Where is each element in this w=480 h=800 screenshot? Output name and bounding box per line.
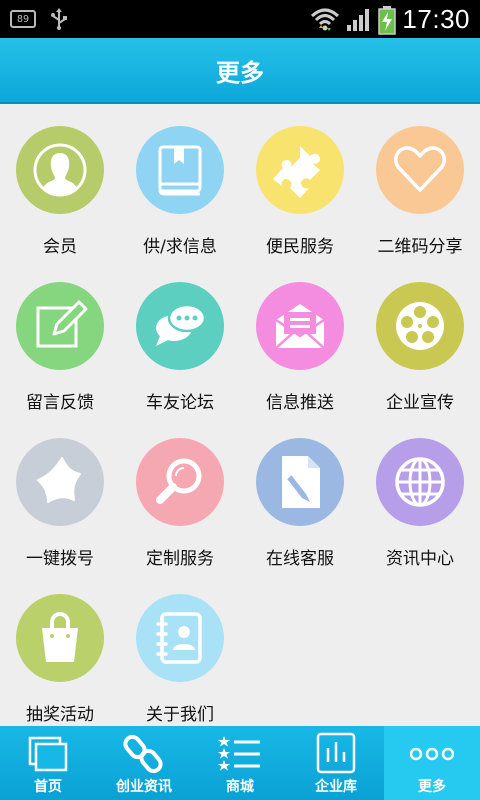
grid-item-push[interactable]: 信息推送 <box>240 260 360 416</box>
grid-item-supply-demand[interactable]: 供/求信息 <box>120 104 240 260</box>
grid-item-label: 供/求信息 <box>143 237 217 257</box>
grid-item-label: 资讯中心 <box>386 549 454 569</box>
heart-icon <box>376 126 464 214</box>
grid-item-label: 抽奖活动 <box>26 705 94 725</box>
nav-label: 创业资讯 <box>116 779 172 795</box>
clock: 17:30 <box>402 4 470 34</box>
page-title: 更多 <box>216 58 264 87</box>
star-icon <box>16 438 104 526</box>
edit-icon <box>16 282 104 370</box>
puzzle-icon <box>256 126 344 214</box>
nav-mall[interactable]: 商城 <box>192 726 288 800</box>
grid-item-label: 在线客服 <box>266 549 334 569</box>
book-icon <box>136 126 224 214</box>
chat-icon <box>136 282 224 370</box>
grid-item-forum[interactable]: 车友论坛 <box>120 260 240 416</box>
grid-item-label: 会员 <box>43 237 77 257</box>
feature-grid: 会员 供/求信息 便民服务 二维码分享 留言反馈 车友论坛 信息推送 企业宣传 … <box>0 104 480 726</box>
grid-item-label: 留言反馈 <box>26 393 94 413</box>
nav-more[interactable]: 更多 <box>384 726 480 800</box>
grid-item-qr-share[interactable]: 二维码分享 <box>360 104 480 260</box>
grid-item-label: 企业宣传 <box>386 393 454 413</box>
nav-label: 企业库 <box>315 779 357 795</box>
usb-icon <box>51 8 67 30</box>
film-reel-icon <box>376 282 464 370</box>
notification-battery-icon: 89 <box>10 10 36 28</box>
battery-small-value: 89 <box>16 13 30 25</box>
star-list-icon <box>218 736 260 771</box>
grid-item-news-center[interactable]: 资讯中心 <box>360 416 480 572</box>
bag-icon <box>16 594 104 682</box>
grid-item-promo[interactable]: 企业宣传 <box>360 260 480 416</box>
nav-startup-news[interactable]: 创业资讯 <box>96 726 192 800</box>
grid-item-label: 关于我们 <box>146 705 214 725</box>
grid-item-about-us[interactable]: 关于我们 <box>120 572 240 728</box>
grid-item-label: 车友论坛 <box>146 393 214 413</box>
nav-enterprise-library[interactable]: 企业库 <box>288 726 384 800</box>
grid-item-label: 便民服务 <box>266 237 334 257</box>
signal-icon <box>347 8 370 31</box>
battery-charging-icon <box>378 5 397 35</box>
grid-item-lottery[interactable]: 抽奖活动 <box>0 572 120 728</box>
nav-label: 更多 <box>418 779 446 795</box>
wifi-icon <box>311 8 340 31</box>
nav-label: 商城 <box>226 779 254 795</box>
bar-chart-icon <box>316 732 356 774</box>
nav-label: 首页 <box>34 779 62 795</box>
nav-home[interactable]: 首页 <box>0 726 96 800</box>
more-dots-icon <box>410 747 454 761</box>
document-edit-icon <box>256 438 344 526</box>
grid-item-member[interactable]: 会员 <box>0 104 120 260</box>
grid-item-label: 定制服务 <box>146 549 214 569</box>
globe-icon <box>376 438 464 526</box>
grid-item-online-support[interactable]: 在线客服 <box>240 416 360 572</box>
mail-icon <box>256 282 344 370</box>
person-icon <box>16 126 104 214</box>
bottom-nav: 首页 创业资讯 商城 企业库 更多 <box>0 726 480 800</box>
grid-item-label: 一键拨号 <box>26 549 94 569</box>
link-icon <box>123 734 163 774</box>
grid-item-convenience[interactable]: 便民服务 <box>240 104 360 260</box>
magnifier-icon <box>136 438 224 526</box>
title-bar: 更多 <box>0 38 480 104</box>
grid-item-label: 信息推送 <box>266 393 334 413</box>
status-bar: 89 17:30 <box>0 0 480 38</box>
pages-icon <box>28 736 68 772</box>
grid-item-feedback[interactable]: 留言反馈 <box>0 260 120 416</box>
contact-book-icon <box>136 594 224 682</box>
grid-item-dial[interactable]: 一键拨号 <box>0 416 120 572</box>
grid-item-label: 二维码分享 <box>377 237 463 257</box>
grid-item-custom-service[interactable]: 定制服务 <box>120 416 240 572</box>
